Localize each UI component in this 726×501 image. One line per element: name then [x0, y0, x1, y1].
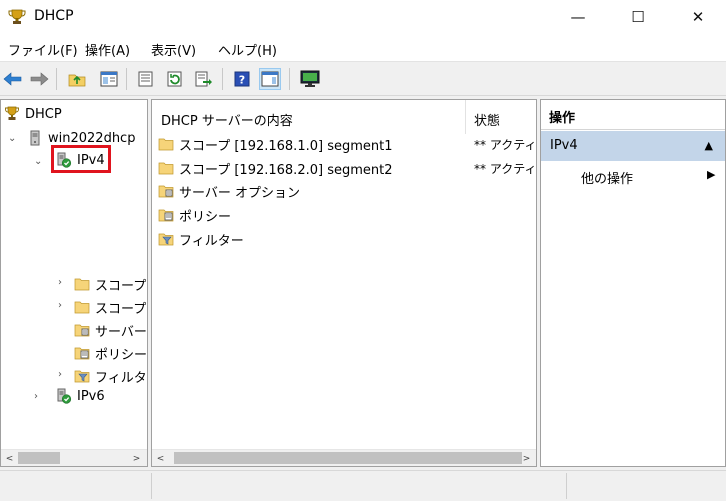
tree-label-ipv6: IPv6 — [77, 388, 105, 404]
window-title: DHCP — [34, 8, 74, 24]
more-actions-item[interactable]: 他の操作 — [581, 168, 633, 187]
scroll-left-icon[interactable]: < — [152, 450, 169, 466]
chevron-down-icon[interactable]: ⌄ — [8, 133, 18, 144]
minimize-button[interactable]: — — [552, 0, 604, 34]
tree-label-server: win2022dhcp — [48, 130, 136, 146]
chevron-right-icon[interactable]: › — [58, 369, 68, 380]
up-folder-icon[interactable] — [66, 68, 88, 90]
monitor-icon[interactable] — [299, 68, 321, 90]
help-icon[interactable]: ? — [231, 68, 253, 90]
tree-horizontal-scrollbar[interactable]: < > — [1, 449, 147, 466]
server-options-icon — [158, 183, 174, 199]
forward-icon[interactable] — [28, 68, 50, 90]
refresh-icon[interactable] — [164, 68, 186, 90]
tree-node-filter[interactable]: フィルター — [74, 365, 147, 387]
tree-node-server-options[interactable]: サーバー — [74, 319, 147, 341]
tree-label-server-options: サーバー — [95, 324, 147, 340]
folder-icon — [158, 136, 174, 152]
policy-icon — [74, 345, 90, 361]
folder-icon — [74, 276, 90, 292]
selection-highlight-box — [51, 145, 111, 173]
chevron-right-icon[interactable]: › — [58, 300, 68, 311]
export-list-icon[interactable] — [193, 68, 215, 90]
filter-icon — [74, 368, 90, 384]
dhcp-trophy-icon — [4, 106, 20, 122]
list-item-server-options[interactable]: サーバー オプション — [158, 180, 300, 202]
tree-label-filter: フィルター — [95, 370, 147, 386]
list-item-policy[interactable]: ポリシー — [158, 204, 231, 226]
dhcp-trophy-icon — [8, 8, 26, 26]
menu-bar: ファイル(F) 操作(A) 表示(V) ヘルプ(H) — [0, 34, 726, 62]
show-hide-action-pane-icon[interactable] — [259, 68, 281, 90]
tree-node-scope-1[interactable]: スコープ — [74, 273, 146, 295]
scroll-right-icon[interactable]: > — [518, 450, 535, 466]
column-header-status[interactable]: 状態 — [474, 110, 500, 129]
scroll-right-icon[interactable]: > — [128, 450, 145, 466]
list-item-label: スコープ [192.168.2.0] segment2 — [179, 162, 393, 178]
list-header: DHCP サーバーの内容 状態 — [152, 100, 536, 134]
policy-icon — [158, 207, 174, 223]
back-icon[interactable] — [2, 68, 24, 90]
ipv6-server-icon — [56, 388, 72, 404]
list-item-label: サーバー オプション — [179, 185, 301, 201]
server-icon — [27, 130, 43, 146]
folder-icon — [74, 299, 90, 315]
tree-label-scope-2: スコープ — [95, 301, 147, 317]
folder-icon — [158, 160, 174, 176]
content-list-pane: DHCP サーバーの内容 状態 スコープ [192.168.1.0] segme… — [151, 99, 537, 467]
list-item-scope-1[interactable]: スコープ [192.168.1.0] segment1 — [158, 133, 393, 155]
list-item-filter[interactable]: フィルター — [158, 228, 244, 250]
actions-header: 操作 — [541, 100, 725, 130]
tree-node-ipv6[interactable]: IPv6 — [56, 385, 105, 407]
tree-node-dhcp[interactable]: DHCP — [4, 103, 62, 125]
list-item-scope-2[interactable]: スコープ [192.168.2.0] segment2 — [158, 157, 393, 179]
server-options-icon — [74, 322, 90, 338]
menu-file[interactable]: ファイル(F) — [8, 40, 78, 59]
tree-label-scope-1: スコープ — [95, 278, 147, 294]
column-header-contents[interactable]: DHCP サーバーの内容 — [161, 110, 293, 129]
show-hide-tree-icon[interactable] — [98, 68, 120, 90]
submenu-arrow-icon[interactable]: ▶ — [707, 168, 715, 181]
chevron-down-icon[interactable]: ⌄ — [34, 156, 44, 167]
tree-node-policy[interactable]: ポリシー — [74, 342, 147, 364]
actions-pane: 操作 IPv4 ▲ 他の操作 ▶ — [540, 99, 726, 467]
console-tree-pane: DHCP ⌄ win2022dhcp ⌄ IPv4 › スコープ › スコープ … — [0, 99, 148, 467]
list-item-label: フィルター — [179, 233, 244, 249]
menu-help[interactable]: ヘルプ(H) — [218, 40, 277, 59]
chevron-right-icon[interactable]: › — [34, 391, 44, 402]
title-bar: DHCP — ☐ ✕ — [0, 0, 726, 34]
menu-view[interactable]: 表示(V) — [151, 40, 196, 59]
actions-section-label: IPv4 — [550, 138, 578, 153]
menu-action[interactable]: 操作(A) — [85, 40, 130, 59]
scrollbar-thumb[interactable] — [18, 452, 60, 464]
chevron-right-icon[interactable]: › — [58, 277, 68, 288]
list-item-label: スコープ [192.168.1.0] segment1 — [179, 138, 393, 154]
list-item-status: ** アクティ — [474, 138, 537, 152]
scroll-left-icon[interactable]: < — [1, 450, 18, 466]
list-horizontal-scrollbar[interactable]: < > — [152, 449, 536, 466]
properties-icon[interactable] — [135, 68, 157, 90]
list-item-label: ポリシー — [179, 209, 232, 225]
collapse-up-icon[interactable]: ▲ — [705, 139, 713, 152]
actions-section-ipv4[interactable]: IPv4 ▲ — [541, 131, 725, 161]
filter-icon — [158, 231, 174, 247]
close-button[interactable]: ✕ — [672, 0, 724, 34]
tree-node-scope-2[interactable]: スコープ — [74, 296, 146, 318]
svg-text:?: ? — [239, 74, 245, 87]
scrollbar-thumb[interactable] — [174, 452, 522, 464]
status-bar — [0, 470, 726, 501]
list-item-status: ** アクティ — [474, 162, 537, 176]
maximize-button[interactable]: ☐ — [612, 0, 664, 34]
tree-label-dhcp: DHCP — [25, 106, 62, 122]
tree-label-policy: ポリシー — [95, 347, 148, 363]
toolbar: ? — [0, 62, 726, 96]
